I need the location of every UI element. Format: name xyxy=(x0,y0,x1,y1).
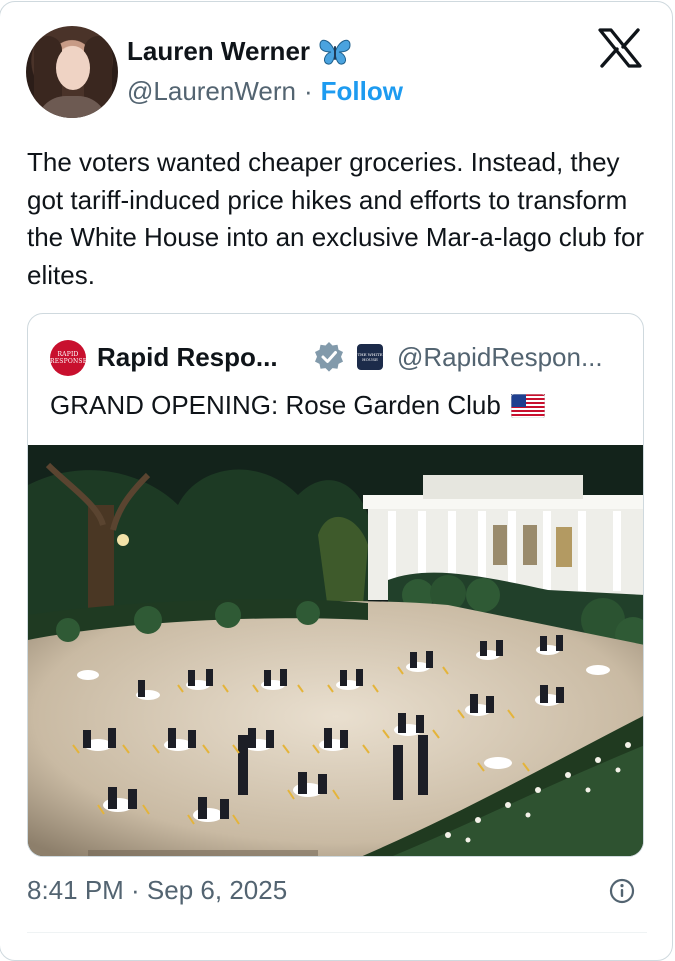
tweet-timestamp[interactable]: 8:41 PM · Sep 6, 2025 xyxy=(27,875,287,906)
author-handle-row: @LaurenWern · Follow xyxy=(127,76,403,107)
butterfly-icon xyxy=(319,39,351,65)
tweet-card: Lauren Werner @LaurenWern · Follow The v… xyxy=(0,1,673,961)
footer-divider xyxy=(27,932,647,933)
info-icon[interactable] xyxy=(609,878,635,904)
quoted-tweet[interactable]: RAPID RESPONSE Rapid Respo... THE WHITE … xyxy=(27,313,644,857)
us-flag-icon xyxy=(510,393,545,418)
author-name[interactable]: Lauren Werner xyxy=(127,36,310,67)
tweet-text: The voters wanted cheaper groceries. Ins… xyxy=(27,147,645,290)
author-handle[interactable]: @LaurenWern xyxy=(127,76,296,107)
quoted-tweet-text: GRAND OPENING: Rose Garden Club xyxy=(50,390,501,420)
follow-button[interactable]: Follow xyxy=(321,76,403,107)
quoted-author-avatar[interactable]: RAPID RESPONSE xyxy=(50,340,87,376)
verified-badge-icon xyxy=(315,342,343,372)
quoted-author-name[interactable]: Rapid Respo... xyxy=(97,342,278,373)
rose-garden-photo[interactable] xyxy=(28,445,644,857)
handle-separator: · xyxy=(304,76,313,106)
quoted-tweet-text-row: GRAND OPENING: Rose Garden Club xyxy=(50,390,545,421)
author-name-row[interactable]: Lauren Werner xyxy=(127,36,352,67)
author-avatar[interactable] xyxy=(26,26,118,118)
affiliate-badge[interactable]: THE WHITE HOUSE xyxy=(357,344,383,370)
x-logo-icon[interactable] xyxy=(598,28,642,68)
quoted-author-handle[interactable]: @RapidRespon... xyxy=(397,342,603,373)
